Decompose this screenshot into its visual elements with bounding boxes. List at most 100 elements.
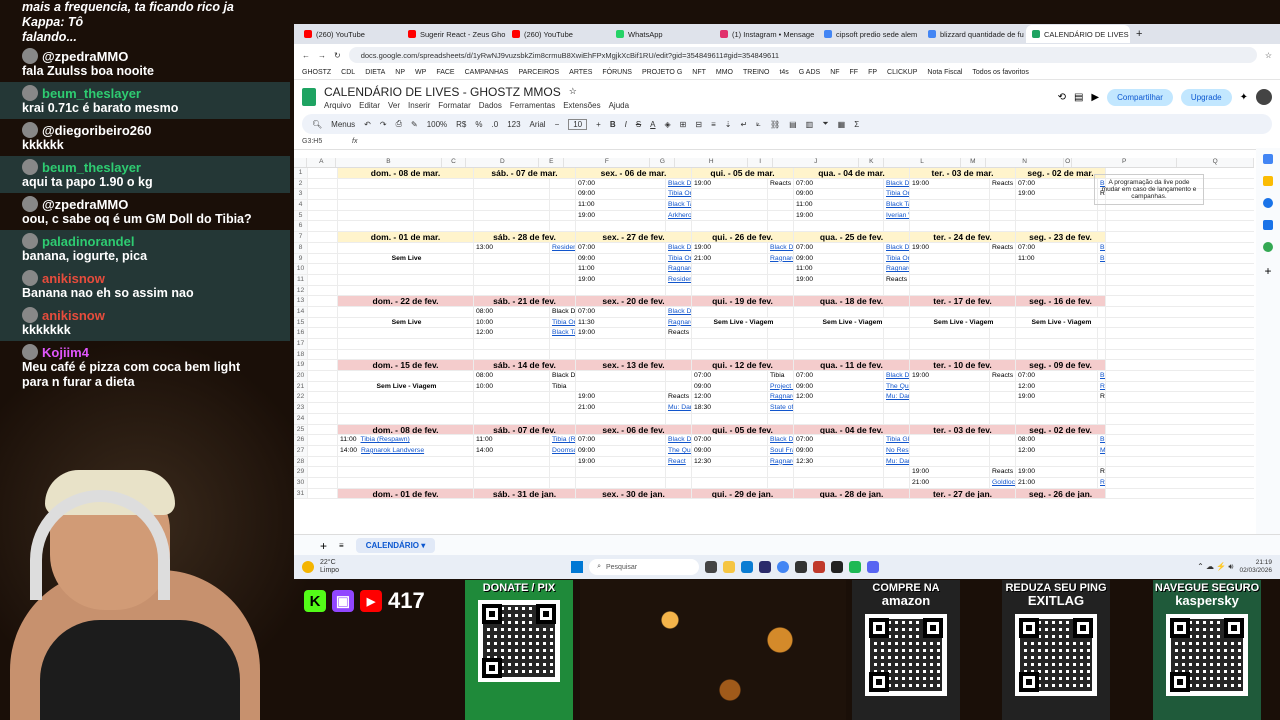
game-cell[interactable] — [550, 349, 576, 360]
time-cell[interactable] — [692, 274, 768, 285]
sheets-logo-icon[interactable] — [302, 88, 316, 106]
game-cell[interactable] — [768, 349, 794, 360]
column-header[interactable]: K — [859, 158, 885, 167]
bookmark-item[interactable]: Nota Fiscal — [927, 69, 962, 76]
time-cell[interactable] — [692, 413, 768, 424]
time-cell[interactable]: 12:30 — [794, 456, 884, 467]
forward-icon[interactable]: → — [318, 51, 326, 60]
game-link[interactable]: Ragnarok Landverse — [770, 255, 793, 262]
game-cell[interactable] — [1098, 456, 1106, 467]
time-cell[interactable] — [692, 189, 768, 200]
game-cell[interactable]: Reacts — [768, 178, 794, 189]
game-cell[interactable] — [1098, 403, 1106, 413]
game-cell[interactable]: Iverian Wars — [884, 210, 910, 221]
browser-tab[interactable]: blizzard quantidade de fu — [922, 25, 1026, 43]
tray-icons[interactable]: ⌃ ☁ ⚡ 🔊︎ — [1197, 562, 1233, 572]
cell[interactable] — [308, 435, 338, 445]
cell[interactable] — [308, 221, 338, 232]
time-cell[interactable]: 07:00 — [1016, 242, 1098, 253]
game-cell[interactable] — [768, 221, 794, 232]
menu-item[interactable]: Formatar — [438, 101, 470, 110]
time-cell[interactable] — [910, 210, 990, 221]
time-cell[interactable]: 11:30 — [576, 317, 666, 328]
time-cell[interactable]: 19:00 — [576, 328, 666, 338]
bookmark-item[interactable]: TREINO — [743, 69, 769, 76]
game-cell[interactable] — [990, 392, 1016, 403]
time-cell[interactable]: 12:30 — [692, 456, 768, 467]
game-link[interactable]: Black Desert — [552, 308, 575, 315]
time-cell[interactable] — [910, 392, 990, 403]
chat-username[interactable]: paladinorandel — [42, 234, 134, 249]
time-cell[interactable] — [692, 221, 768, 232]
time-cell[interactable]: 11:00 — [1016, 253, 1098, 264]
all-sheets-icon[interactable]: ≡ — [339, 541, 344, 550]
day-header-cell[interactable]: sex. - 06 de mar. — [576, 168, 692, 178]
time-cell[interactable] — [692, 467, 768, 477]
time-cell[interactable]: 19:00 — [910, 178, 990, 189]
game-link[interactable]: Black Desert — [886, 180, 909, 187]
bookmark-item[interactable]: FÓRUNS — [602, 69, 632, 76]
game-cell[interactable]: Black Talon — [1098, 253, 1106, 264]
game-cell[interactable]: Black Desert — [768, 242, 794, 253]
game-cell[interactable]: Ragnarok Landverse — [768, 456, 794, 467]
game-cell[interactable] — [884, 306, 910, 317]
game-cell[interactable] — [768, 200, 794, 210]
cell[interactable] — [338, 189, 474, 200]
bookmark-item[interactable]: WP — [415, 69, 426, 76]
cell[interactable] — [338, 221, 474, 232]
cell[interactable]: Sem Live — [338, 317, 474, 328]
game-link[interactable]: React — [668, 458, 686, 465]
photoshop-icon[interactable] — [759, 561, 772, 573]
row-number[interactable]: 22 — [294, 392, 308, 403]
cell[interactable] — [308, 488, 338, 499]
time-cell[interactable] — [910, 445, 990, 456]
game-cell[interactable] — [666, 381, 692, 392]
chat-username[interactable]: @diegoribeiro260 — [42, 123, 151, 138]
game-cell[interactable] — [550, 285, 576, 296]
time-cell[interactable] — [576, 467, 666, 477]
cell[interactable]: Sem Live - Viagem — [692, 317, 794, 328]
time-cell[interactable]: 07:00 — [1016, 178, 1098, 189]
game-cell[interactable] — [990, 381, 1016, 392]
game-cell[interactable]: Reacts — [1098, 467, 1106, 477]
game-cell[interactable]: Reacts — [1098, 392, 1106, 403]
cell[interactable] — [308, 296, 338, 306]
game-cell[interactable] — [990, 210, 1016, 221]
cell[interactable] — [308, 403, 338, 413]
time-cell[interactable]: 19:00 — [910, 242, 990, 253]
game-link[interactable]: Reacts — [668, 329, 689, 336]
day-header-cell[interactable]: dom. - 15 de fev. — [338, 360, 474, 371]
chat-username[interactable]: Kojiim4 — [42, 345, 89, 360]
time-cell[interactable]: 08:00 — [1016, 435, 1098, 445]
game-link[interactable]: Goldlock One — [992, 479, 1015, 486]
game-link[interactable]: Ragnarok Landverse — [886, 265, 909, 272]
game-link[interactable]: Tibia Online — [552, 319, 575, 326]
cell[interactable] — [308, 456, 338, 467]
row-number[interactable]: 26 — [294, 435, 308, 445]
row-number[interactable]: 5 — [294, 210, 308, 221]
game-cell[interactable] — [768, 274, 794, 285]
game-cell[interactable]: Black Desert — [666, 306, 692, 317]
game-link[interactable]: Reacts — [886, 276, 907, 283]
cell[interactable] — [338, 456, 474, 467]
row-number[interactable]: 12 — [294, 285, 308, 296]
game-cell[interactable] — [884, 339, 910, 349]
game-cell[interactable]: Tibia Online — [884, 253, 910, 264]
name-box[interactable]: G3:H5 — [302, 138, 342, 145]
time-cell[interactable] — [910, 306, 990, 317]
text-color-icon[interactable]: A — [650, 120, 655, 129]
day-header-cell[interactable]: dom. - 08 de mar. — [338, 168, 474, 178]
time-cell[interactable] — [794, 467, 884, 477]
menu-item[interactable]: Ajuda — [609, 101, 629, 110]
game-cell[interactable]: Ragnarok Landverse — [768, 392, 794, 403]
print-icon[interactable]: ⎙ — [396, 119, 402, 129]
chart-icon[interactable]: ▥ — [806, 120, 814, 129]
time-cell[interactable] — [692, 328, 768, 338]
game-link[interactable]: Mu: Dark Epoch — [886, 458, 909, 465]
cell[interactable]: 14:00 Ragnarok Landverse — [338, 445, 474, 456]
time-cell[interactable]: 07:00 — [794, 178, 884, 189]
browser-tab[interactable]: cipsoft predio sede alem — [818, 25, 922, 43]
row-number[interactable]: 2 — [294, 178, 308, 189]
time-cell[interactable]: 09:00 — [692, 381, 768, 392]
game-cell[interactable] — [666, 467, 692, 477]
